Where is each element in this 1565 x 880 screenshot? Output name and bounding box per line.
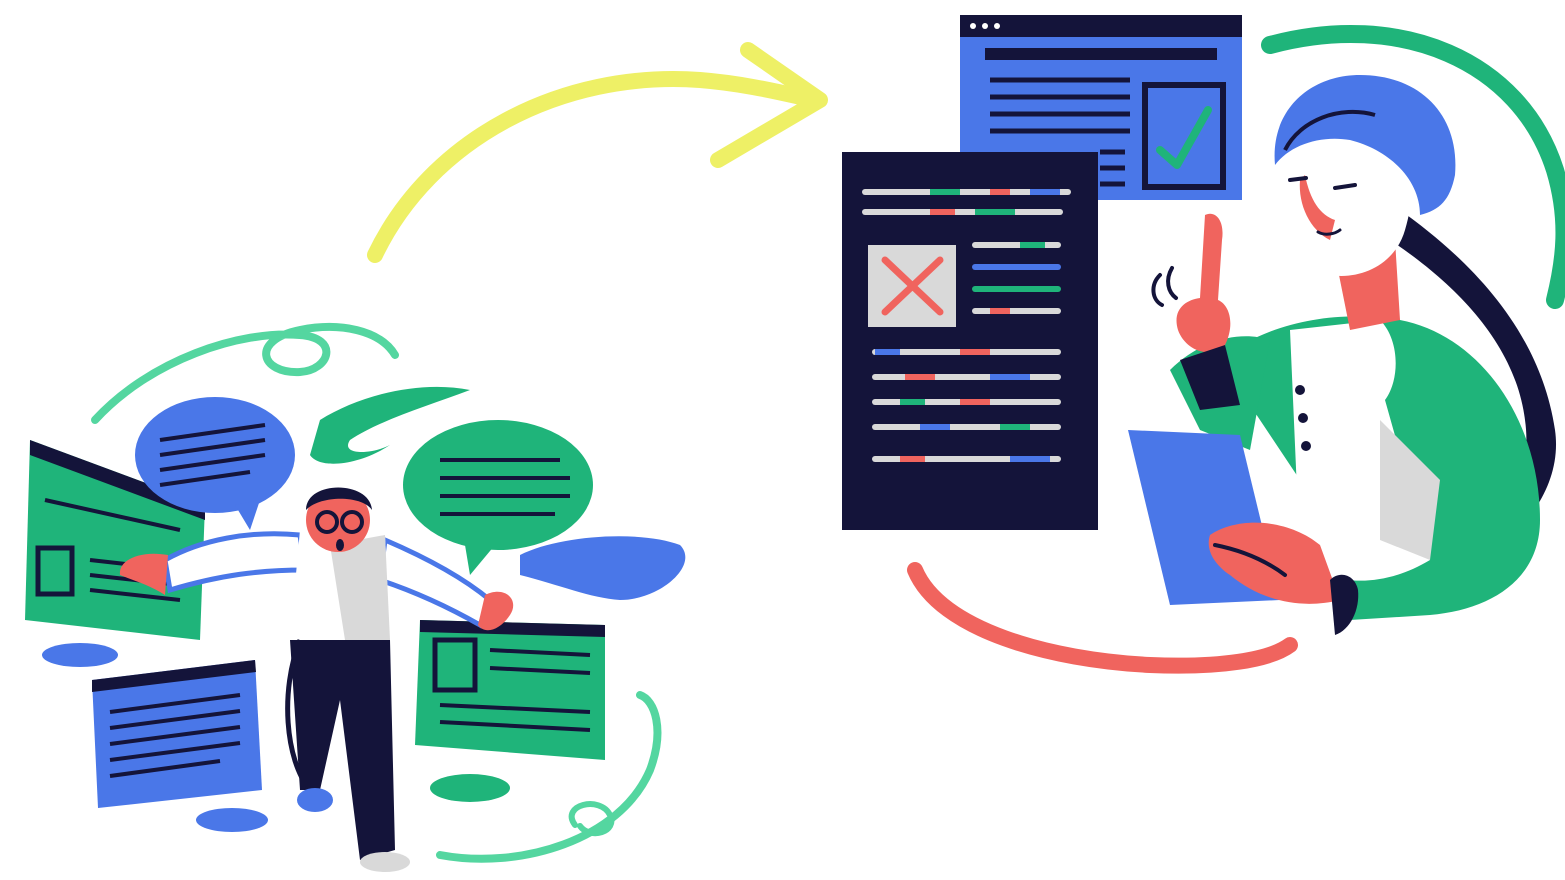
blue-blob (42, 643, 118, 667)
left-scene (25, 323, 686, 872)
green-blob (430, 774, 510, 802)
rejected-document (842, 152, 1098, 530)
blue-blob (520, 536, 686, 600)
document-card (415, 620, 605, 760)
curved-arrow-icon (367, 42, 828, 263)
illustration (25, 15, 1565, 872)
document-card (92, 660, 262, 808)
right-scene (842, 15, 1565, 674)
blue-blob (196, 808, 268, 832)
